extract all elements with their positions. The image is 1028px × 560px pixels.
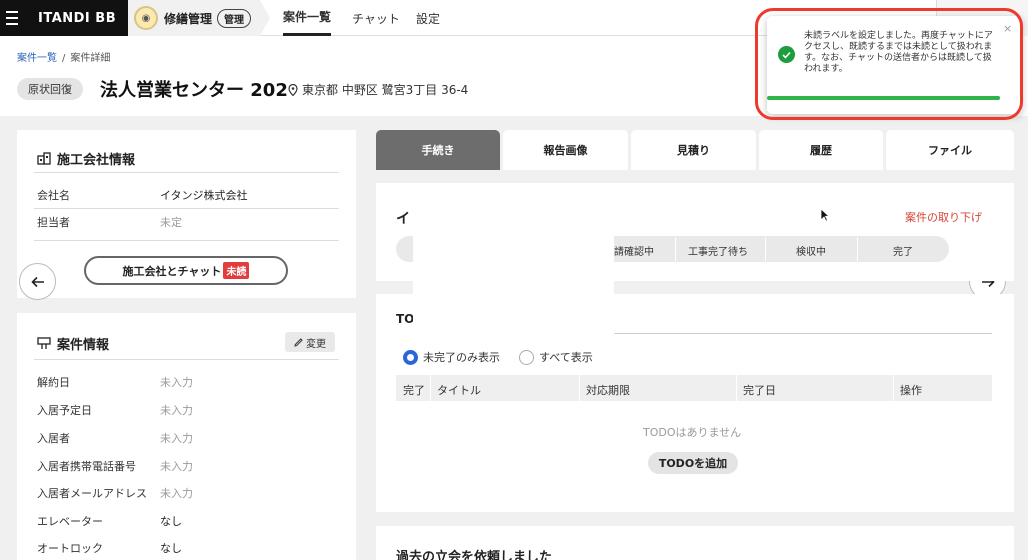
withdraw-case-link[interactable]: 案件の取り下げ (905, 209, 982, 225)
signboard-icon (37, 337, 51, 349)
filter-all-radio[interactable]: すべて表示 (519, 349, 593, 365)
divider (893, 375, 894, 401)
row-label: 入居者携帯電話番号 (37, 460, 136, 473)
assignee-value: 未定 (160, 216, 182, 229)
row-label: 入居者 (37, 432, 70, 445)
row-value: 未入力 (160, 404, 193, 417)
step-item: 完了 (893, 247, 913, 258)
todo-heading: TO (396, 312, 415, 326)
arrow-left-icon (30, 276, 44, 287)
mouse-cursor-icon (820, 208, 830, 222)
row-label: 会社名 (37, 189, 70, 202)
step-item: 工事完了待ち (688, 247, 748, 258)
row-label: 担当者 (37, 216, 70, 229)
menu-icon[interactable] (0, 0, 24, 36)
row-value: 未入力 (160, 376, 193, 389)
step-item: 検収中 (796, 247, 826, 258)
row-label: 解約日 (37, 376, 70, 389)
app-name: 修繕管理 (164, 11, 213, 26)
column-header: タイトル (437, 384, 481, 397)
status-badge: 原状回復 (17, 78, 83, 100)
radio-unselected-icon (519, 349, 534, 365)
contractor-title-text: 施工会社情報 (57, 153, 136, 168)
pencil-icon (294, 337, 303, 347)
case-info-title-text: 案件情報 (57, 338, 110, 353)
highlight-ring (755, 8, 1023, 120)
address: 東京都 中野区 鷺宮3丁目 36-4 (288, 81, 468, 98)
breadcrumb-current: 案件詳細 (70, 53, 111, 64)
chat-button-label: 施工会社とチャット (122, 264, 222, 278)
column-header: 操作 (900, 384, 922, 397)
divider (34, 172, 339, 173)
divider (675, 237, 676, 261)
divider (430, 375, 431, 401)
divider (579, 375, 580, 401)
row-value: なし (160, 542, 182, 555)
divider (736, 375, 737, 401)
divider (34, 240, 339, 241)
step-item: 請確認中 (614, 247, 654, 258)
obscured-overlay (413, 196, 614, 337)
row-value: なし (160, 515, 182, 528)
column-header: 完了 (403, 384, 425, 397)
tab-procedure[interactable]: 手続き (376, 130, 500, 170)
radio-selected-icon (403, 349, 418, 365)
page-title: 法人営業センター 202 (100, 80, 288, 101)
divider (614, 333, 992, 334)
nav-chat[interactable]: チャット (352, 0, 400, 36)
row-label: オートロック (37, 542, 103, 555)
column-header: 完了日 (743, 384, 776, 397)
row-label: 入居者メールアドレス (37, 487, 147, 500)
previous-arrow-button[interactable] (19, 263, 56, 300)
breadcrumb-case-list[interactable]: 案件一覧 (17, 53, 57, 64)
tab-files[interactable]: ファイル (886, 130, 1014, 170)
address-text: 東京都 中野区 鷺宮3丁目 36-4 (302, 83, 469, 97)
nav-settings[interactable]: 設定 (416, 0, 440, 36)
edit-case-button[interactable]: 変更 (285, 332, 335, 352)
divider (765, 237, 766, 261)
contractor-card-title: 施工会社情報 (37, 149, 135, 168)
past-request-title: 過去の立会を依頼しました (396, 550, 553, 560)
divider (34, 208, 339, 209)
edit-button-label: 変更 (306, 338, 326, 350)
filter-incomplete-radio[interactable]: 未完了のみ表示 (403, 349, 500, 365)
brand-logo[interactable]: ITANDI BB (24, 0, 128, 36)
row-value: 未入力 (160, 432, 193, 445)
divider (34, 359, 339, 360)
radio-label: すべて表示 (539, 351, 593, 364)
location-pin-icon (288, 83, 298, 96)
tab-estimates[interactable]: 見積り (631, 130, 756, 170)
procedure-heading: イ (396, 211, 410, 227)
row-label: エレベーター (37, 515, 103, 528)
divider (857, 237, 858, 261)
case-info-card-title: 案件情報 (37, 334, 109, 353)
app-switcher[interactable]: ◉ 修繕管理 管理 (128, 0, 270, 36)
row-value: 未入力 (160, 487, 193, 500)
app-role-badge: 管理 (217, 8, 252, 28)
contractor-chat-button[interactable]: 施工会社とチャット 未読 (84, 256, 288, 285)
add-todo-button[interactable]: TODOを追加 (648, 452, 738, 474)
radio-label: 未完了のみ表示 (423, 351, 500, 364)
breadcrumb: 案件一覧 / 案件詳細 (17, 53, 111, 64)
column-header: 対応期限 (586, 384, 630, 397)
unread-badge: 未読 (223, 262, 250, 279)
building-icon (37, 152, 51, 165)
row-label: 入居予定日 (37, 404, 92, 417)
app-avatar-icon: ◉ (134, 6, 158, 30)
todo-empty-message: TODOはありません (643, 426, 742, 439)
company-name-value: イタンジ株式会社 (160, 189, 248, 202)
tab-history[interactable]: 履歴 (759, 130, 883, 170)
tab-report-images[interactable]: 報告画像 (503, 130, 628, 170)
nav-case-list[interactable]: 案件一覧 (283, 0, 332, 36)
row-value: 未入力 (160, 460, 193, 473)
